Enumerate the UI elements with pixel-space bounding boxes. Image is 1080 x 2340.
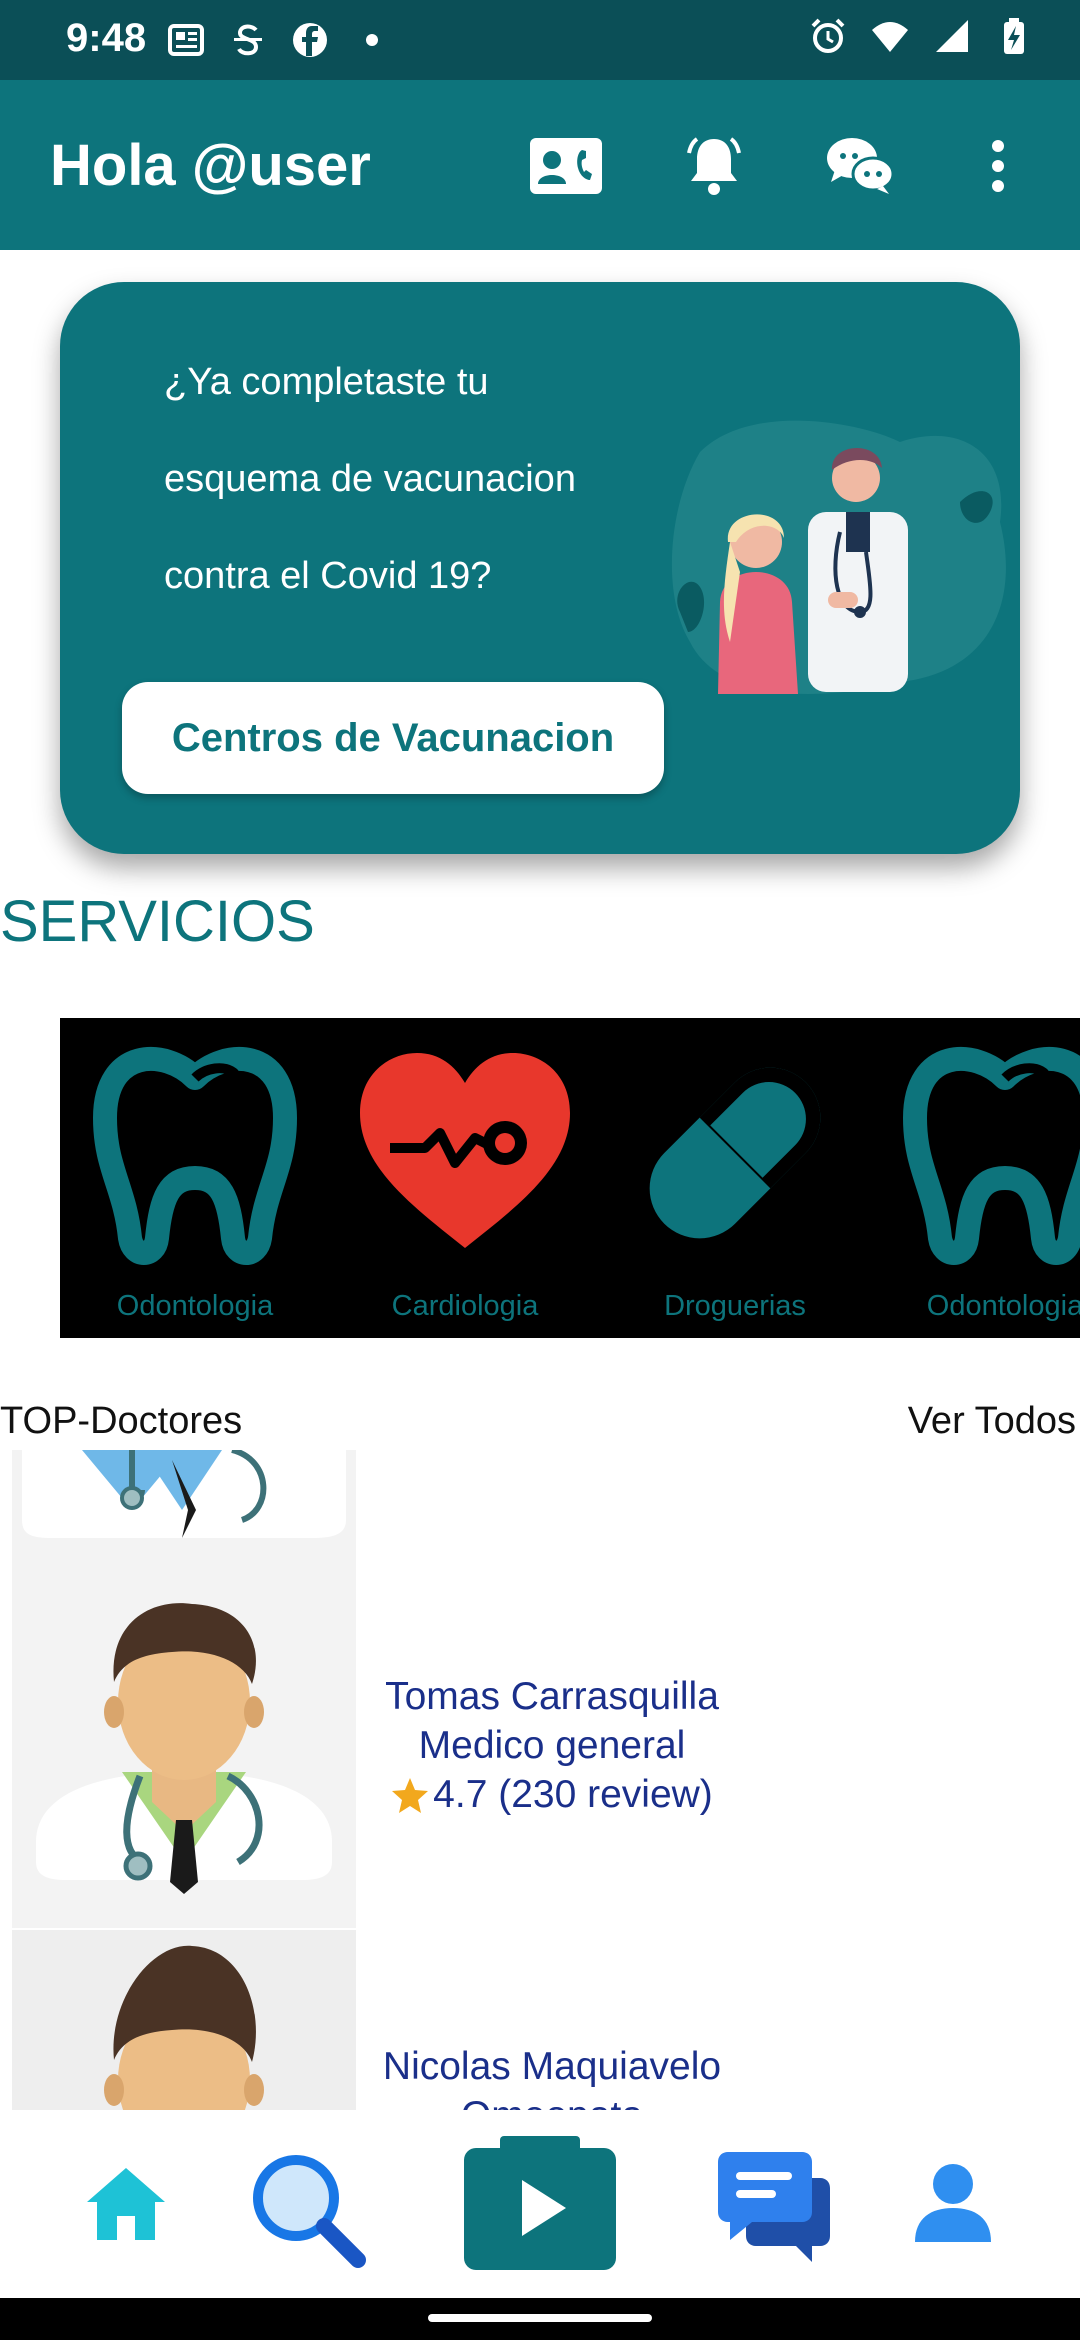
service-cardiologia[interactable]: Cardiologia	[330, 1018, 600, 1338]
more-options-button[interactable]	[968, 128, 1028, 204]
greeting-title: Hola @user	[50, 133, 371, 198]
messages-icon	[718, 2152, 830, 2262]
heart-pulse-icon	[360, 1053, 570, 1248]
service-label: Odontologia	[926, 1290, 1080, 1322]
system-navigation-bar	[0, 2298, 1080, 2340]
home-gesture-handle[interactable]	[428, 2314, 652, 2322]
service-droguerias[interactable]: Droguerias	[600, 1018, 870, 1338]
doctor-info[interactable]: Nicolas Maquiavelo Omeopata	[356, 2042, 748, 2110]
bell-icon	[687, 137, 741, 195]
doctor-avatar-illustration	[36, 1603, 332, 1894]
top-doctors-list[interactable]: Tomas Carrasquilla Medico general 4.7 (2…	[0, 1450, 1080, 2110]
nav-search[interactable]	[246, 2148, 366, 2268]
status-system-icons	[808, 16, 1034, 56]
status-time: 9:48	[66, 16, 147, 60]
star-icon	[392, 1777, 429, 1813]
doctor-name: Tomas Carrasquilla	[385, 1675, 719, 1718]
doctor-avatar[interactable]	[12, 1930, 356, 2110]
more-vert-icon	[992, 140, 1004, 192]
alarm-icon	[811, 18, 845, 53]
tooth-icon	[93, 1047, 297, 1265]
pill-icon	[649, 1067, 821, 1239]
see-all-link[interactable]: Ver Todos	[908, 1400, 1076, 1443]
status-notification-icons	[166, 20, 392, 60]
news-icon	[168, 24, 204, 56]
doctor-avatar-partial[interactable]	[12, 1450, 356, 1562]
doctor-rating: 4.7 (230 review)	[356, 1770, 748, 1819]
doctor-rating-text: 4.7 (230 review)	[433, 1773, 713, 1816]
battery-charging-icon	[1004, 18, 1024, 54]
dot-icon	[366, 34, 378, 46]
nav-profile[interactable]	[910, 2160, 996, 2246]
banner-line-2: esquema de vacunacion	[164, 458, 576, 500]
service-label: Droguerias	[664, 1290, 806, 1322]
doctor-avatar-illustration	[104, 1945, 264, 2110]
facebook-icon	[293, 23, 327, 57]
banner-line-3: contra el Covid 19?	[164, 555, 492, 597]
notifications-button[interactable]	[676, 128, 752, 204]
banner-message: ¿Ya completaste tu esquema de vacunacion…	[164, 334, 684, 625]
service-label: Cardiologia	[391, 1290, 539, 1322]
service-odontologia-2[interactable]: Odontologia	[870, 1018, 1080, 1338]
vaccination-centers-button[interactable]: Centros de Vacunacion	[122, 682, 664, 794]
video-play-icon	[464, 2136, 616, 2270]
profile-icon	[915, 2164, 991, 2242]
search-icon	[253, 2155, 366, 2268]
app-bar: Hola @user	[0, 80, 1080, 250]
banner-line-1: ¿Ya completaste tu	[164, 361, 489, 403]
top-doctors-title: TOP-Doctores	[0, 1400, 243, 1442]
doctor-avatar[interactable]	[12, 1562, 356, 1928]
home-icon	[87, 2168, 165, 2240]
chat-icon	[827, 138, 895, 194]
vaccination-banner: ¿Ya completaste tu esquema de vacunacion…	[60, 282, 1020, 854]
doctor-info[interactable]: Tomas Carrasquilla Medico general 4.7 (2…	[356, 1672, 748, 1819]
chat-button[interactable]	[822, 128, 898, 204]
contacts-button[interactable]	[528, 128, 604, 204]
nav-messages[interactable]	[716, 2148, 832, 2264]
strikethrough-s-icon	[234, 24, 262, 56]
status-bar: 9:48	[0, 0, 1080, 80]
tooth-icon	[903, 1047, 1080, 1265]
contact-card-icon	[530, 138, 602, 194]
doctor-specialty: Medico general	[418, 1724, 686, 1767]
doctor-patient-illustration	[671, 420, 1006, 694]
signal-icon	[936, 20, 968, 52]
doctor-name: Nicolas Maquiavelo	[382, 2045, 722, 2088]
services-title: SERVICIOS	[0, 889, 315, 954]
services-carousel[interactable]: Odontologia Cardiologia Droguerias Odont…	[60, 1018, 1080, 1338]
nav-home[interactable]	[78, 2156, 174, 2252]
wifi-icon	[872, 22, 908, 52]
bottom-navigation	[0, 2112, 1080, 2298]
service-label: Odontologia	[116, 1290, 274, 1322]
service-odontologia[interactable]: Odontologia	[60, 1018, 330, 1338]
nav-video[interactable]	[460, 2130, 620, 2282]
doctor-specialty: Omeopata	[356, 2091, 748, 2110]
